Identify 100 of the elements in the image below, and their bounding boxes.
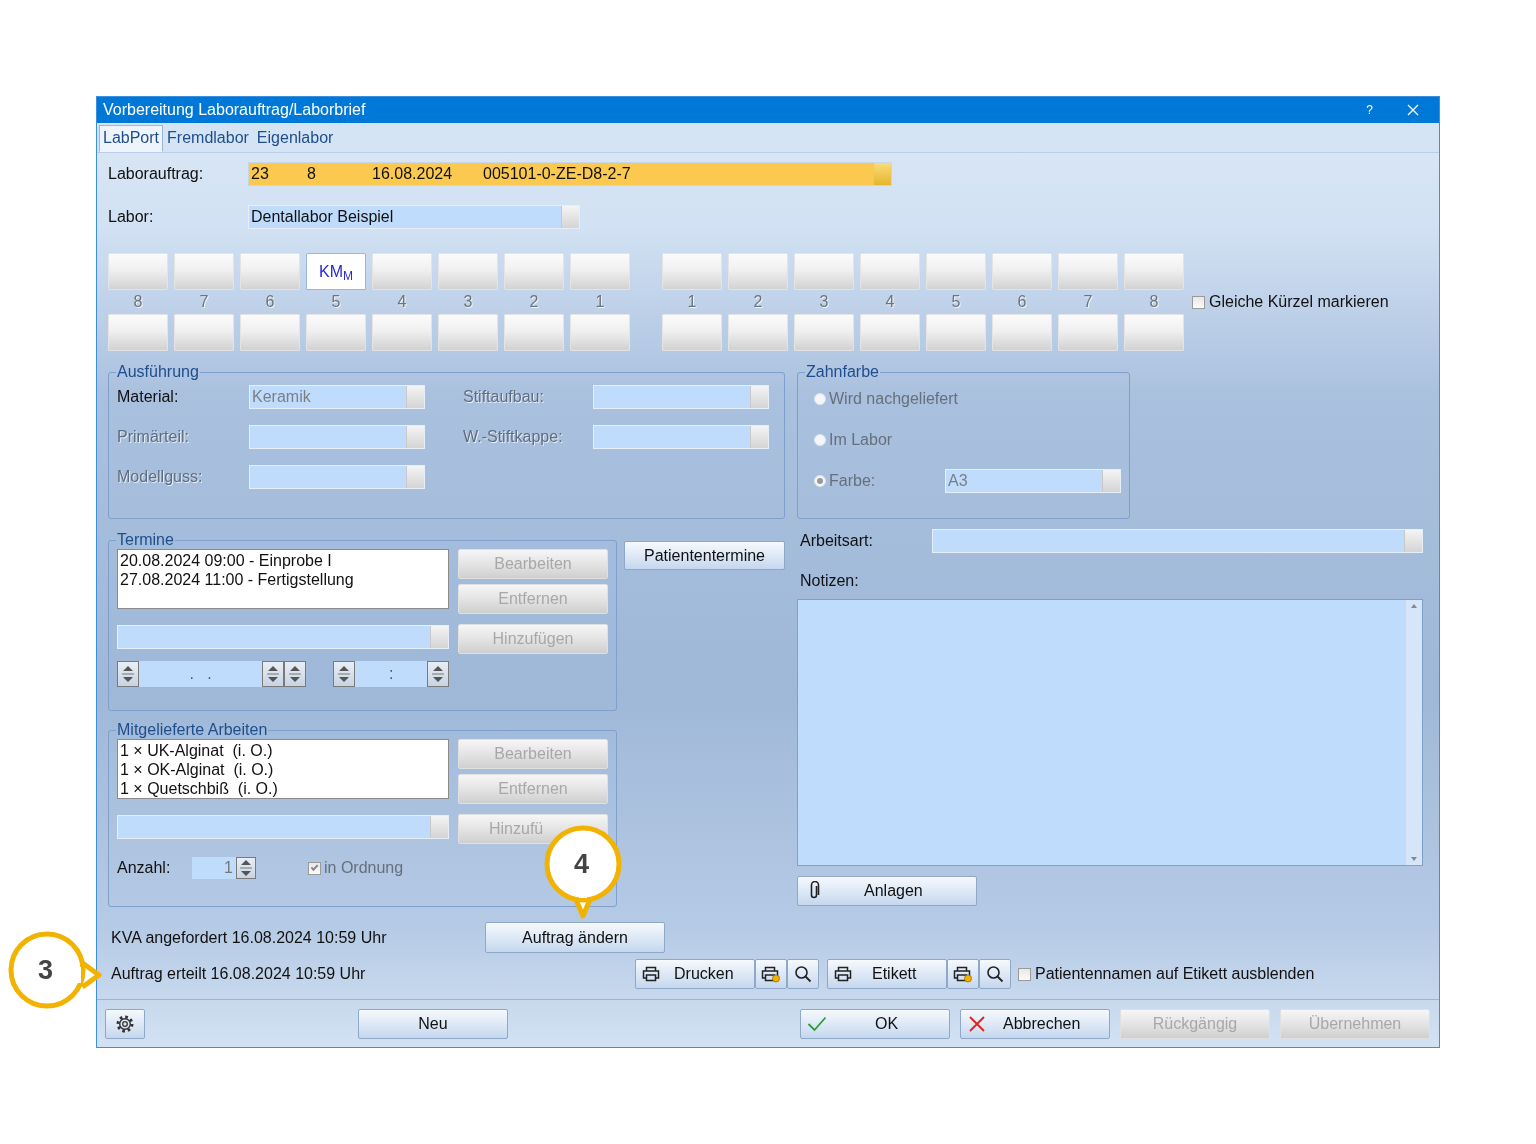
- checkbox[interactable]: [1018, 967, 1031, 981]
- button[interactable]: Neu: [358, 1009, 508, 1039]
- list-item[interactable]: 27.08.2024 11:00 - Fertigstellung: [120, 570, 446, 589]
- spin-button[interactable]: [117, 661, 139, 687]
- dropdown-button[interactable]: [1102, 470, 1120, 492]
- tooth-button[interactable]: [306, 314, 366, 351]
- list-item[interactable]: 20.08.2024 09:00 - Einprobe I: [120, 551, 446, 570]
- dropdown-button[interactable]: [1404, 530, 1422, 552]
- tooth-button[interactable]: [992, 314, 1052, 351]
- tooth-button[interactable]: [504, 314, 564, 351]
- dropdown-button[interactable]: [406, 386, 424, 408]
- field-label: Labor:: [108, 207, 155, 227]
- close-icon[interactable]: [1407, 104, 1419, 116]
- dropdown-button[interactable]: [873, 163, 891, 185]
- field-label: Arbeitsart:: [799, 531, 874, 551]
- dropdown-button[interactable]: [750, 426, 768, 448]
- time-field[interactable]: :: [355, 661, 427, 687]
- dropdown-button[interactable]: [750, 386, 768, 408]
- tooth-button[interactable]: [662, 253, 722, 290]
- button[interactable]: Drucken: [635, 959, 755, 989]
- tooth-button[interactable]: [728, 314, 788, 351]
- search-button[interactable]: [787, 959, 819, 989]
- check-icon: [807, 1016, 827, 1032]
- tooth-button[interactable]: [438, 314, 498, 351]
- button[interactable]: [755, 959, 787, 989]
- dropdown-button[interactable]: [430, 626, 448, 648]
- tooth-button[interactable]: [794, 253, 854, 290]
- tooth-button[interactable]: [860, 314, 920, 351]
- scrollbar[interactable]: [1406, 600, 1422, 865]
- tooth-button[interactable]: [1058, 253, 1118, 290]
- tooth-number: 7: [1082, 292, 1094, 312]
- button[interactable]: [947, 959, 979, 989]
- tooth-button[interactable]: [926, 253, 986, 290]
- dropdown-button[interactable]: [406, 426, 424, 448]
- tab[interactable]: Eigenlabor: [252, 124, 338, 152]
- button[interactable]: Abbrechen: [960, 1009, 1110, 1039]
- tooth-button[interactable]: [240, 253, 300, 290]
- tooth-button[interactable]: [438, 253, 498, 290]
- checkbox[interactable]: [1192, 295, 1205, 309]
- spin-button[interactable]: [427, 661, 449, 687]
- spin-button[interactable]: [262, 661, 285, 687]
- tooth-button[interactable]: [570, 314, 630, 351]
- dropdown-field[interactable]: [249, 465, 425, 489]
- scroll-down-icon: [1411, 857, 1417, 861]
- tooth-button[interactable]: [860, 253, 920, 290]
- settings-button[interactable]: [105, 1009, 145, 1039]
- dropdown-field[interactable]: Dentallabor Beispiel: [248, 205, 580, 229]
- list-item[interactable]: 1 × Quetschbiß (i. O.): [120, 779, 446, 798]
- tooth-button[interactable]: [728, 253, 788, 290]
- button[interactable]: Auftrag ändern: [485, 922, 665, 953]
- tooth-button[interactable]: [992, 253, 1052, 290]
- spin-button[interactable]: [236, 857, 256, 879]
- button[interactable]: Anlagen: [797, 876, 977, 906]
- tooth-button[interactable]: [372, 253, 432, 290]
- tooth-button[interactable]: [570, 253, 630, 290]
- group-title: Termine: [116, 531, 175, 549]
- dropdown-field[interactable]: [593, 425, 769, 449]
- notes-field[interactable]: [797, 599, 1423, 866]
- help-button[interactable]: ?: [1366, 101, 1373, 119]
- date-field[interactable]: . .: [139, 661, 263, 687]
- tooth-button[interactable]: [108, 253, 168, 290]
- tab[interactable]: Fremdlabor: [163, 124, 253, 152]
- group-title: Zahnfarbe: [805, 363, 880, 381]
- tooth-button[interactable]: KM$_{M}$: [306, 253, 366, 290]
- tooth-button[interactable]: [504, 253, 564, 290]
- search-button[interactable]: [979, 959, 1011, 989]
- dropdown-field[interactable]: [593, 385, 769, 409]
- button[interactable]: OK: [800, 1009, 950, 1039]
- list-item[interactable]: 1 × UK-Alginat (i. O.): [120, 741, 446, 760]
- tooth-button[interactable]: [240, 314, 300, 351]
- button[interactable]: Etikett: [827, 959, 947, 989]
- tab[interactable]: LabPort: [99, 124, 164, 152]
- dropdown-field[interactable]: [249, 425, 425, 449]
- button[interactable]: Patiententermine: [624, 541, 785, 570]
- dropdown-field[interactable]: [932, 529, 1423, 553]
- tooth-button[interactable]: [174, 314, 234, 351]
- tooth-button[interactable]: [372, 314, 432, 351]
- list-item[interactable]: 1 × OK-Alginat (i. O.): [120, 760, 446, 779]
- tooth-button[interactable]: [108, 314, 168, 351]
- field-label: Anzahl:: [117, 858, 172, 878]
- tooth-button[interactable]: [926, 314, 986, 351]
- tooth-button[interactable]: [794, 314, 854, 351]
- tooth-button[interactable]: [174, 253, 234, 290]
- tooth-button[interactable]: [662, 314, 722, 351]
- printer-badge-icon: [953, 965, 973, 983]
- dropdown-field[interactable]: [117, 815, 449, 839]
- tooth-button[interactable]: [1124, 314, 1184, 351]
- spin-button[interactable]: [284, 661, 307, 687]
- dropdown-field[interactable]: 23 8 16.08.2024 005101-0-ZE-D8-2-7: [248, 162, 892, 186]
- callout-number: 4: [574, 851, 590, 878]
- tooth-number: 3: [462, 292, 474, 312]
- dropdown-field[interactable]: [117, 625, 449, 649]
- tooth-button[interactable]: [1124, 253, 1184, 290]
- tooth-number: 1: [594, 292, 606, 312]
- dropdown-button[interactable]: [430, 816, 448, 838]
- dropdown-button[interactable]: [406, 466, 424, 488]
- dropdown-button[interactable]: [561, 206, 579, 228]
- tooth-button[interactable]: [1058, 314, 1118, 351]
- field-label: Laborauftrag:: [108, 164, 205, 184]
- spin-button[interactable]: [333, 661, 356, 687]
